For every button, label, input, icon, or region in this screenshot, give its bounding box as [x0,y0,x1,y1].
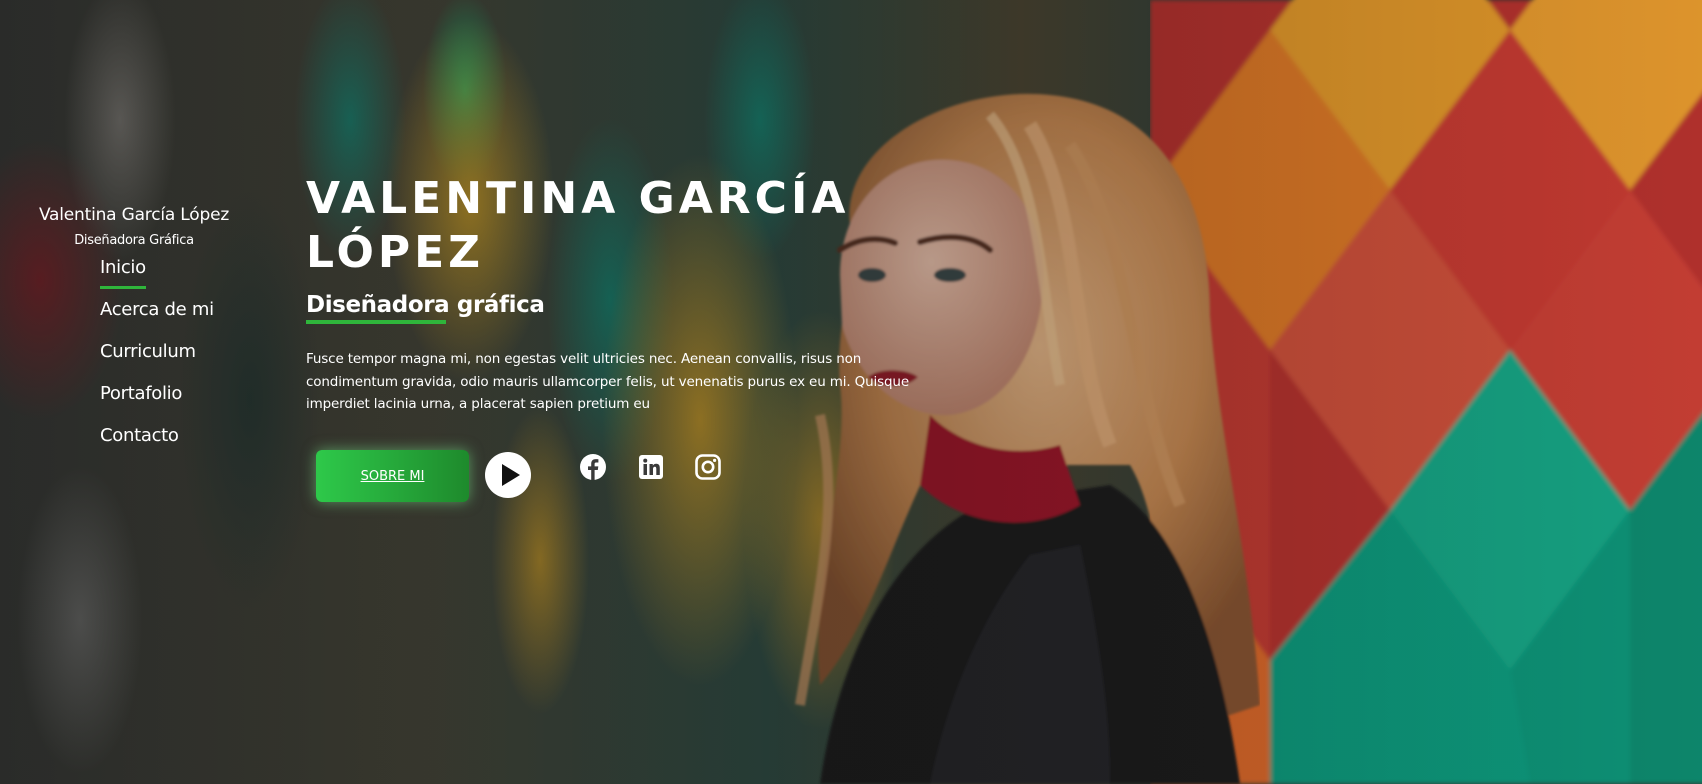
hero-description: Fusce tempor magna mi, non egestas velit… [306,351,909,412]
instagram-link[interactable] [694,453,722,481]
hero-title: Valentina García López [306,173,850,278]
play-video-button[interactable] [485,452,531,498]
main-nav: Inicio Acerca de mi Curriculum Portafoli… [100,256,214,466]
nav-item-portafolio[interactable]: Portafolio [100,382,214,424]
sobre-mi-button[interactable]: SOBRE MI [316,450,469,502]
instagram-icon [695,454,721,480]
facebook-link[interactable] [579,453,607,481]
hero-subtitle: Diseñadora gráfica [306,292,545,318]
nav-item-curriculum[interactable]: Curriculum [100,340,214,382]
facebook-icon [580,454,606,480]
play-icon [502,464,520,486]
site-role: Diseñadora Gráfica [74,233,194,248]
nav-item-acerca-de-mi[interactable]: Acerca de mi [100,298,214,340]
site-name[interactable]: Valentina García López [0,204,268,226]
linkedin-icon [639,455,663,479]
subtitle-underline [306,320,446,324]
nav-item-contacto[interactable]: Contacto [100,424,214,466]
nav-item-inicio[interactable]: Inicio [100,256,214,298]
linkedin-link[interactable] [637,453,665,481]
